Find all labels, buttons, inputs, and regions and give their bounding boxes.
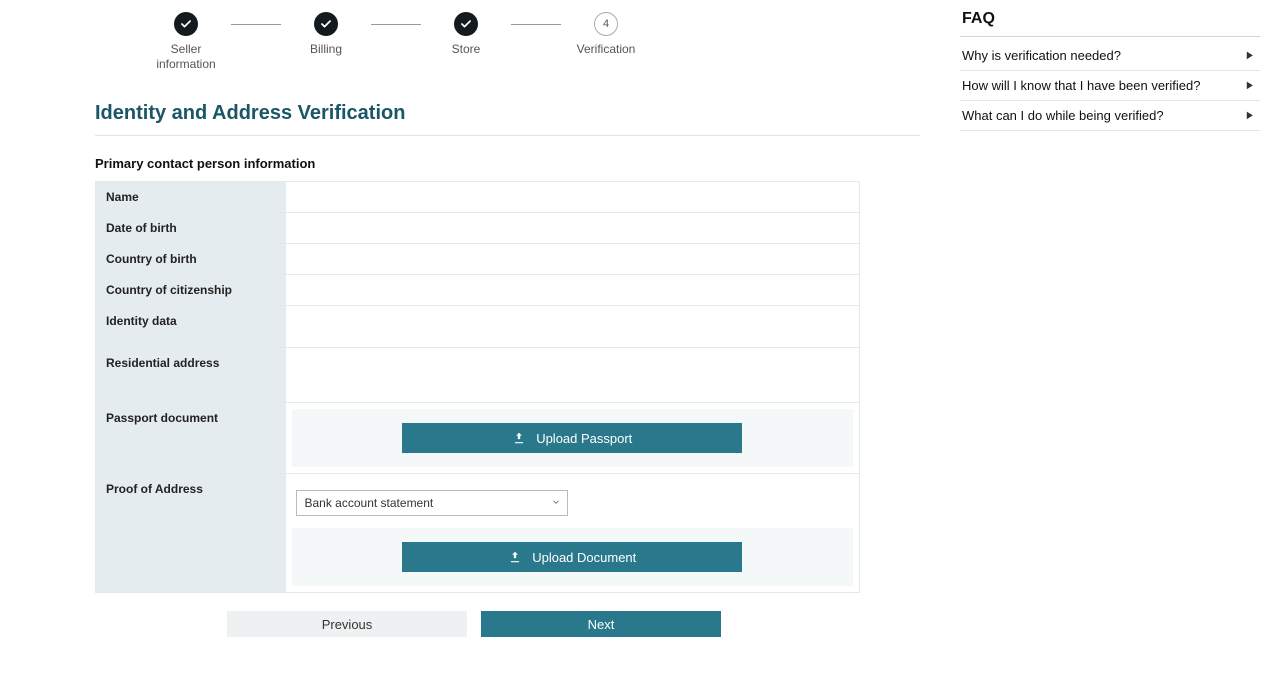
row-dob: Date of birth (96, 213, 860, 244)
chevron-right-icon: ▶ (1247, 110, 1253, 121)
step-verification: 4 Verification (561, 12, 651, 72)
upload-document-button[interactable]: Upload Document (402, 542, 742, 572)
step-label: Seller information (141, 42, 231, 72)
step-label: Billing (310, 42, 342, 72)
faq-item-label: How will I know that I have been verifie… (962, 78, 1200, 93)
poa-type-select[interactable]: Bank account statement (296, 490, 568, 516)
chevron-right-icon: ▶ (1247, 80, 1253, 91)
nav-buttons: Previous Next (227, 611, 920, 637)
upload-passport-label: Upload Passport (536, 431, 632, 446)
poa-upload-zone: Upload Document (292, 528, 854, 586)
label-dob: Date of birth (96, 213, 286, 244)
faq-item-why-needed[interactable]: Why is verification needed? ▶ (960, 41, 1260, 71)
faq-item-label: What can I do while being verified? (962, 108, 1164, 123)
value-dob (286, 213, 860, 244)
check-icon (454, 12, 478, 36)
progress-stepper: Seller information Billing Store 4 Verif… (141, 12, 920, 72)
section-subhead: Primary contact person information (95, 156, 920, 171)
step-label: Store (452, 42, 481, 72)
label-name: Name (96, 182, 286, 213)
upload-icon (508, 550, 522, 564)
step-number-icon: 4 (594, 12, 618, 36)
upload-document-label: Upload Document (532, 550, 636, 565)
upload-passport-button[interactable]: Upload Passport (402, 423, 742, 453)
step-label: Verification (577, 42, 636, 72)
value-identity-data (286, 306, 860, 348)
previous-button[interactable]: Previous (227, 611, 467, 637)
label-identity-data: Identity data (96, 306, 286, 348)
value-cob (286, 244, 860, 275)
label-poa: Proof of Address (96, 474, 286, 593)
value-residential (286, 348, 860, 403)
label-passport: Passport document (96, 403, 286, 474)
step-connector (371, 24, 421, 25)
value-name (286, 182, 860, 213)
check-icon (314, 12, 338, 36)
passport-upload-zone: Upload Passport (292, 409, 854, 467)
faq-title: FAQ (960, 10, 1260, 37)
check-icon (174, 12, 198, 36)
row-coc: Country of citizenship (96, 275, 860, 306)
step-seller-info: Seller information (141, 12, 231, 72)
chevron-right-icon: ▶ (1247, 50, 1253, 61)
verification-table: Name Date of birth Country of birth Coun… (95, 181, 860, 593)
faq-item-label: Why is verification needed? (962, 48, 1121, 63)
step-connector (231, 24, 281, 25)
upload-icon (512, 431, 526, 445)
faq-item-while-verified[interactable]: What can I do while being verified? ▶ (960, 101, 1260, 131)
row-proof-of-address: Proof of Address Bank account statement (96, 474, 860, 593)
page-title: Identity and Address Verification (95, 102, 920, 136)
label-coc: Country of citizenship (96, 275, 286, 306)
label-residential: Residential address (96, 348, 286, 403)
row-name: Name (96, 182, 860, 213)
faq-item-how-know[interactable]: How will I know that I have been verifie… (960, 71, 1260, 101)
row-identity-data: Identity data (96, 306, 860, 348)
row-cob: Country of birth (96, 244, 860, 275)
value-coc (286, 275, 860, 306)
step-connector (511, 24, 561, 25)
row-residential: Residential address (96, 348, 860, 403)
step-store: Store (421, 12, 511, 72)
label-cob: Country of birth (96, 244, 286, 275)
faq-panel: FAQ Why is verification needed? ▶ How wi… (960, 0, 1260, 677)
next-button[interactable]: Next (481, 611, 721, 637)
step-billing: Billing (281, 12, 371, 72)
row-passport-doc: Passport document Upload Passport (96, 403, 860, 474)
